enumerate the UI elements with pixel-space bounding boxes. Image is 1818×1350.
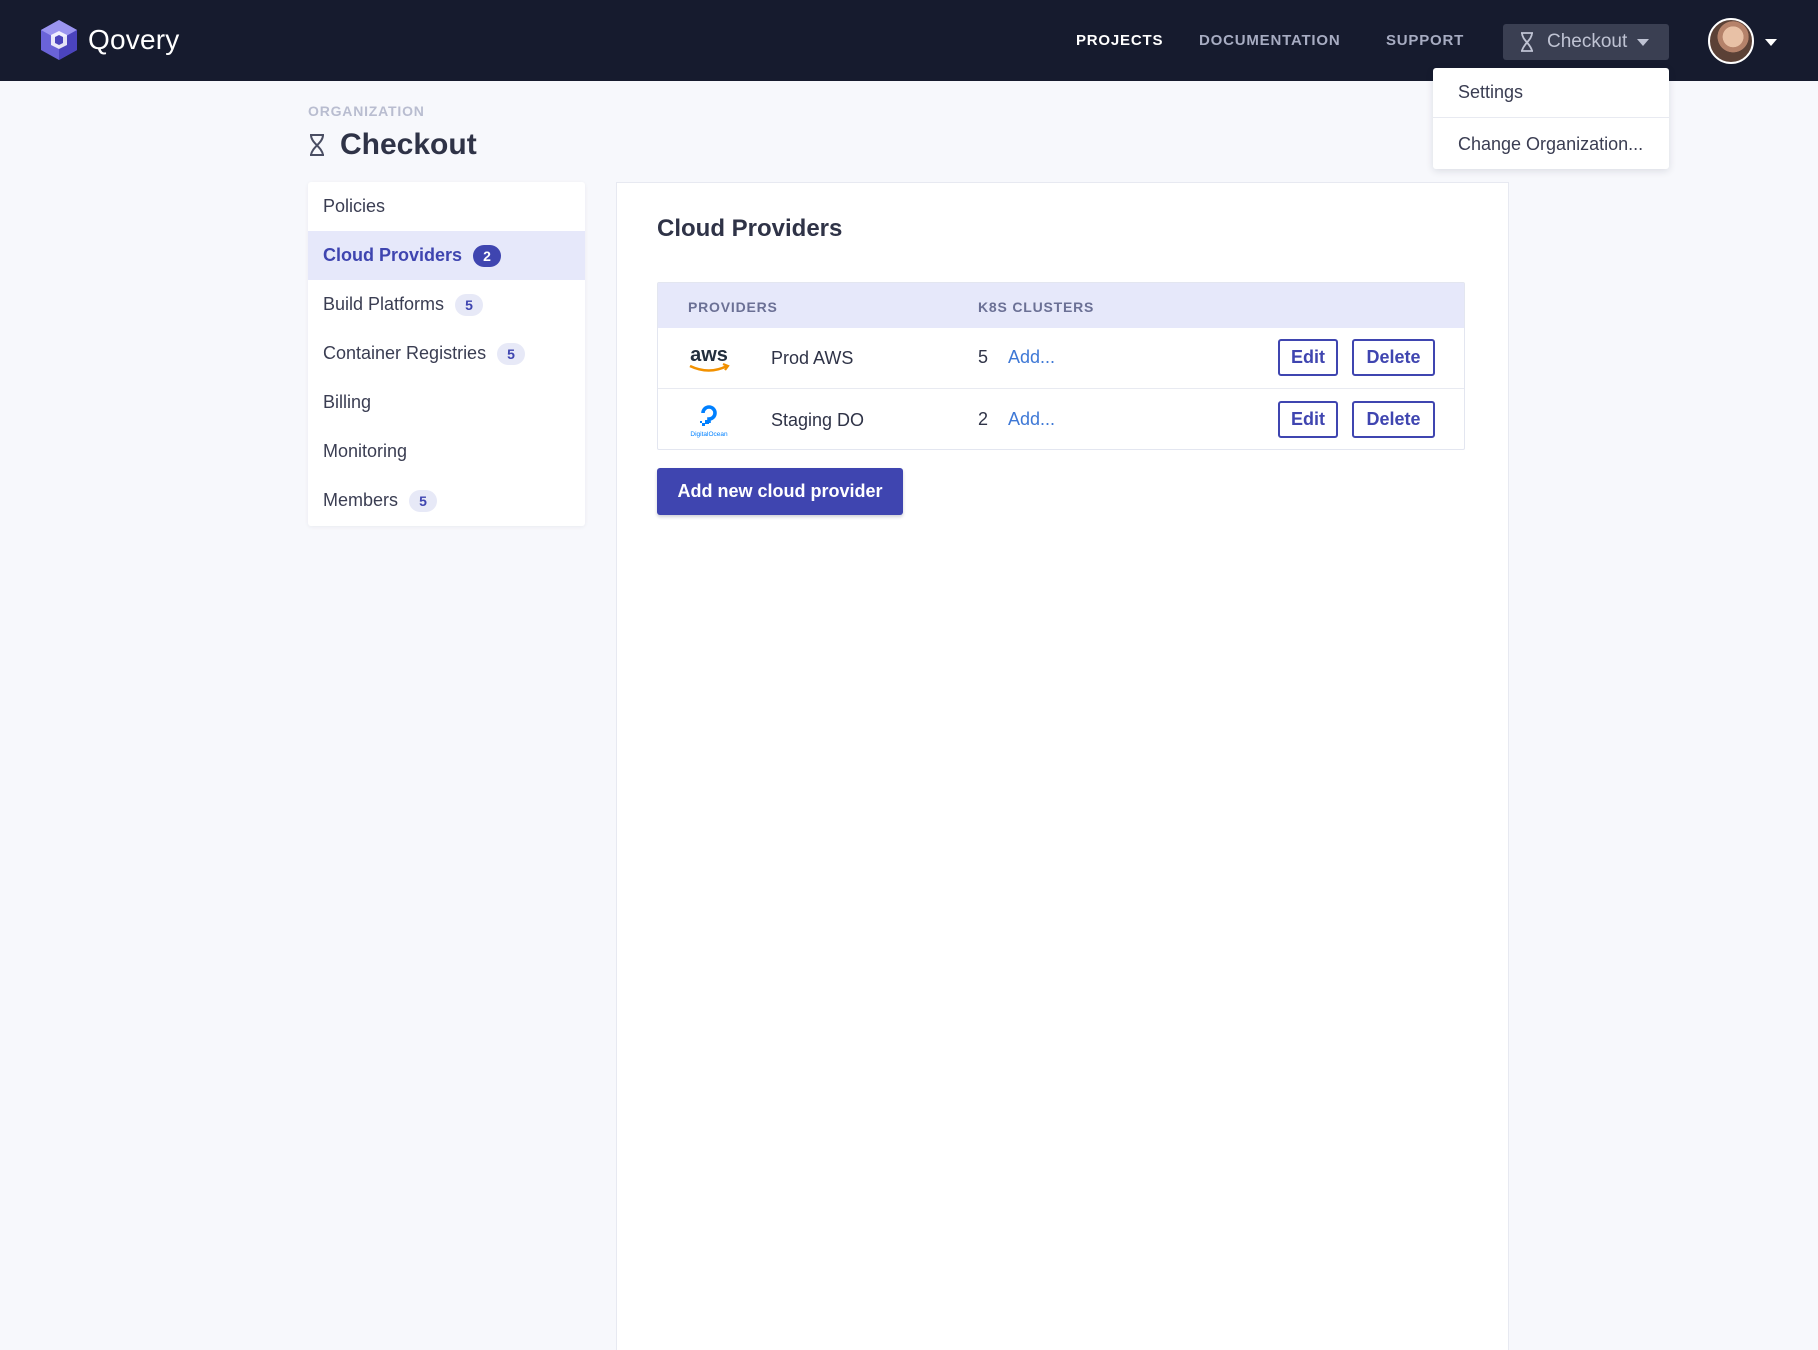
organization-selector-label: Checkout — [1547, 31, 1628, 52]
count-badge: 2 — [473, 244, 502, 267]
count-badge: 5 — [455, 293, 484, 316]
organization-glyph-icon — [1521, 32, 1533, 52]
sidebar-item-container-registries[interactable]: Container Registries 5 — [308, 329, 585, 378]
organization-glyph-icon — [310, 134, 324, 156]
sidebar-item-billing[interactable]: Billing — [308, 378, 585, 427]
cluster-count: 2 — [978, 409, 989, 429]
user-menu-chevron-down-icon[interactable] — [1765, 39, 1777, 46]
menu-item-settings[interactable]: Settings — [1433, 68, 1669, 118]
provider-name: Staging DO — [771, 410, 865, 430]
nav-link-documentation[interactable]: DOCUMENTATION — [1199, 32, 1341, 49]
sidebar-item-label: Container Registries — [323, 343, 487, 363]
sidebar-item-build-platforms[interactable]: Build Platforms 5 — [308, 280, 585, 329]
avatar[interactable] — [1708, 18, 1754, 64]
organization-selector[interactable]: Checkout — [1503, 24, 1669, 60]
brand[interactable]: Qovery — [40, 19, 179, 61]
column-header-providers: PROVIDERS — [688, 299, 778, 315]
cluster-count: 5 — [978, 347, 989, 367]
add-cluster-link[interactable]: Add... — [1008, 409, 1055, 430]
sidebar-item-label: Policies — [323, 196, 386, 216]
digitalocean-logo-text: DigitalOcean — [690, 431, 728, 438]
count-badge: 5 — [497, 342, 526, 365]
column-header-k8s-clusters: K8S CLUSTERS — [978, 299, 1095, 315]
brand-name: Qovery — [88, 24, 180, 55]
delete-button[interactable]: Delete — [1352, 401, 1435, 438]
menu-item-change-organization[interactable]: Change Organization... — [1433, 119, 1669, 169]
organization-eyebrow: ORGANIZATION — [308, 103, 425, 119]
aws-logo-text: aws — [690, 344, 728, 366]
sidebar-item-label: Monitoring — [323, 441, 408, 461]
table-header: PROVIDERS K8S CLUSTERS — [658, 283, 1464, 328]
nav-link-projects[interactable]: PROJECTS — [1076, 32, 1163, 49]
add-cluster-link[interactable]: Add... — [1008, 347, 1055, 368]
edit-button[interactable]: Edit — [1278, 339, 1338, 376]
organization-dropdown-menu: Settings Change Organization... — [1433, 68, 1669, 169]
table-row: DigitalOcean Staging DO 2 Add... Edit De… — [658, 390, 1464, 451]
delete-button[interactable]: Delete — [1352, 339, 1435, 376]
sidebar-item-cloud-providers[interactable]: Cloud Providers 2 — [308, 231, 585, 280]
main-panel: Cloud Providers PROVIDERS K8S CLUSTERS a… — [616, 182, 1509, 1350]
nav-link-support[interactable]: SUPPORT — [1386, 32, 1464, 49]
sidebar-item-members[interactable]: Members 5 — [308, 476, 585, 525]
sidebar-item-label: Build Platforms — [323, 294, 445, 314]
provider-name: Prod AWS — [771, 348, 854, 368]
aws-logo-icon: aws — [689, 344, 730, 372]
edit-button[interactable]: Edit — [1278, 401, 1338, 438]
settings-sidebar: Policies Cloud Providers 2 Build Platfor… — [308, 182, 585, 526]
cloud-providers-table: PROVIDERS K8S CLUSTERS aws Prod AWS 5 Ad… — [657, 282, 1465, 450]
sidebar-item-policies[interactable]: Policies — [308, 182, 585, 231]
sidebar-item-monitoring[interactable]: Monitoring — [308, 427, 585, 476]
sidebar-item-label: Members — [323, 490, 399, 510]
sidebar-item-label: Billing — [323, 392, 372, 412]
count-badge: 5 — [409, 489, 438, 512]
add-cloud-provider-button[interactable]: Add new cloud provider — [657, 468, 903, 515]
chevron-down-icon — [1637, 38, 1650, 46]
qovery-logo-icon — [41, 20, 77, 60]
page-header: Checkout — [306, 124, 477, 166]
digitalocean-logo-icon: DigitalOcean — [690, 405, 728, 438]
table-row: aws Prod AWS 5 Add... Edit Delete — [658, 328, 1464, 389]
section-title: Cloud Providers — [657, 215, 843, 242]
page-title: Checkout — [340, 128, 477, 161]
sidebar-item-label: Cloud Providers — [323, 245, 463, 265]
